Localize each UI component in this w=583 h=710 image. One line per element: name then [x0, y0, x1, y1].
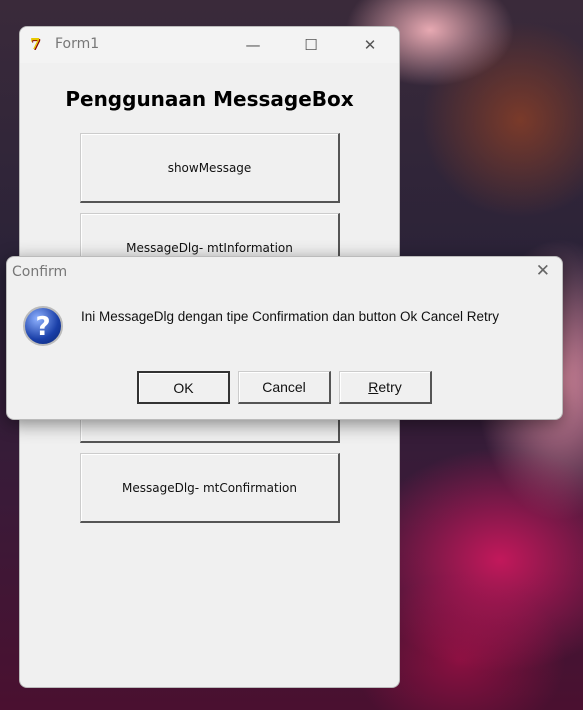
- cancel-button[interactable]: Cancel: [238, 371, 331, 404]
- minimize-button[interactable]: —: [238, 33, 268, 57]
- show-message-button[interactable]: showMessage: [80, 133, 340, 203]
- messagedlg-confirmation-button[interactable]: MessageDlg- mtConfirmation: [80, 453, 340, 523]
- maximize-button[interactable]: ☐: [296, 33, 326, 57]
- confirm-dialog: Confirm ✕ ? Ini MessageDlg dengan tipe C…: [6, 256, 563, 420]
- dialog-close-icon[interactable]: ✕: [536, 261, 550, 281]
- close-button[interactable]: ✕: [355, 33, 385, 57]
- dialog-title: Confirm: [12, 264, 68, 280]
- delphi-app-icon: 7: [30, 35, 41, 53]
- window-title: Form1: [55, 36, 100, 52]
- title-bar[interactable]: 7 Form1 — ☐ ✕: [20, 27, 399, 63]
- ok-button[interactable]: OK: [137, 371, 230, 404]
- dialog-message: Ini MessageDlg dengan tipe Confirmation …: [81, 309, 499, 324]
- question-icon: ?: [23, 306, 63, 348]
- page-heading: Penggunaan MessageBox: [65, 87, 354, 111]
- retry-button[interactable]: Retry: [339, 371, 432, 404]
